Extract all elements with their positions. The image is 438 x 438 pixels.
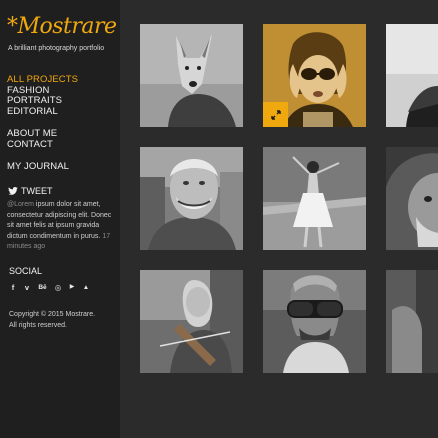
social-icons: f v Bē ◎ ▶ ▲ [9,283,90,292]
sidebar: *Mostrare A brilliant photography portfo… [0,0,120,438]
site-tagline: A brilliant photography portfolio [8,45,105,52]
tweet-text: @Lorem ipsum dolor sit amet, consectetur… [7,200,117,253]
nav-journal: MY JOURNAL [7,161,69,173]
photo-man-cropped-1[interactable] [386,24,438,127]
gallery-grid [120,0,438,438]
nav-item-contact[interactable]: CONTACT [7,139,57,151]
tweet-heading: TWEET [8,186,53,196]
youtube-icon[interactable]: ▶ [68,283,76,292]
behance-icon[interactable]: Bē [37,283,48,292]
nav-item-portraits[interactable]: PORTRAITS [7,95,78,107]
photo-man-cropped-2[interactable] [386,270,438,373]
500px-icon[interactable]: ▲ [82,283,90,292]
photo-man-goggles[interactable] [263,270,366,373]
nav-item-all-projects[interactable]: ALL PROJECTS [7,74,78,86]
nav-item-editorial[interactable]: EDITORIAL [7,106,78,118]
facebook-icon[interactable]: f [9,283,17,292]
tweet-handle[interactable]: @Lorem [7,201,34,208]
copyright-line: Copyright © 2015 Mostrare. [9,311,96,318]
nav-primary: ALL PROJECTS FASHION PORTRAITS EDITORIAL [7,74,78,118]
dribbble-icon[interactable]: ◎ [54,283,62,292]
copyright: Copyright © 2015 Mostrare. All rights re… [9,309,119,331]
photo-fox-mask[interactable] [140,24,243,127]
photo-dancing-girl[interactable] [263,147,366,250]
tweet-heading-label: TWEET [21,186,53,196]
twitter-icon [8,187,18,195]
nav-item-about-me[interactable]: ABOUT ME [7,128,57,140]
social-heading: SOCIAL [9,266,43,276]
expand-button[interactable] [263,102,288,127]
photo-hooded-old-man[interactable] [386,147,438,250]
rights-line: All rights reserved. [9,322,67,329]
photo-woman-sunglasses[interactable] [263,24,366,127]
nav-secondary: ABOUT ME CONTACT [7,128,57,151]
photo-smiling-old-man[interactable] [140,147,243,250]
photo-girl-violin[interactable] [140,270,243,373]
nav-item-my-journal[interactable]: MY JOURNAL [7,161,69,173]
expand-icon [270,109,281,120]
vimeo-icon[interactable]: v [23,283,31,292]
site-logo[interactable]: *Mostrare [7,14,117,39]
